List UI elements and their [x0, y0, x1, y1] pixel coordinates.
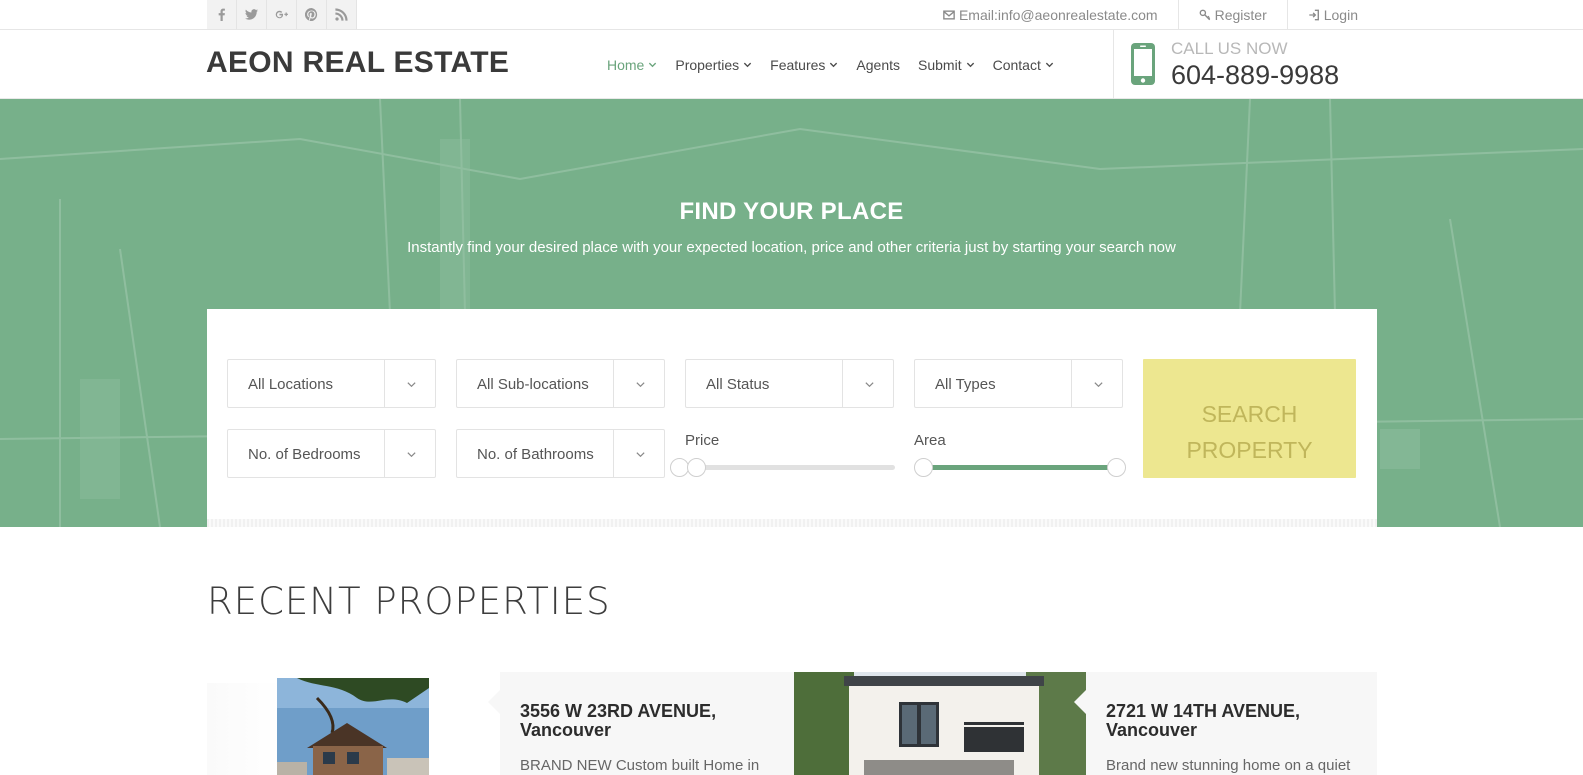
search-property-button[interactable]: SEARCH PROPERTY: [1143, 359, 1356, 478]
login-link[interactable]: Login: [1286, 0, 1358, 29]
panel-bottom-strip: [207, 519, 1377, 527]
card-notch: [1074, 690, 1086, 714]
hero-title: FIND YOUR PLACE: [679, 198, 904, 225]
bedrooms-select[interactable]: No. of Bedrooms: [227, 429, 436, 478]
sub-location-select[interactable]: All Sub-locations: [456, 359, 665, 408]
site-logo[interactable]: AEON REAL ESTATE: [206, 46, 509, 80]
sign-in-icon: [1309, 9, 1319, 20]
main-nav: Home Properties Features Agents Submit C…: [598, 30, 1063, 99]
property-title-line2: Vancouver: [1106, 720, 1198, 740]
nav-item-label: Home: [607, 56, 645, 73]
property-description: Brand new stunning home on a quiet: [1106, 757, 1351, 774]
area-slider-max-handle[interactable]: [1107, 458, 1126, 477]
rss-icon[interactable]: [327, 0, 357, 29]
chevron-down-icon: [744, 62, 752, 68]
property-title-line1: 2721 W 14TH AVENUE,: [1106, 701, 1301, 721]
select-divider: [613, 360, 614, 407]
main-header: AEON REAL ESTATE Home Properties Feature…: [0, 30, 1583, 99]
status-select-value: All Status: [706, 376, 770, 393]
select-divider: [1071, 360, 1072, 407]
nav-item-label: Features: [770, 56, 826, 73]
top-links: Email:info@aeonrealestate.com Register L…: [923, 0, 1358, 29]
nav-item-label: Contact: [992, 56, 1041, 73]
property-image[interactable]: [794, 672, 1086, 775]
social-links: [207, 0, 357, 29]
chevron-down-icon: [649, 62, 657, 68]
chevron-down-icon: [636, 452, 645, 458]
chevron-down-icon: [636, 382, 645, 388]
property-title-line1: 3556 W 23RD AVENUE,: [520, 701, 717, 721]
facebook-icon[interactable]: [207, 0, 237, 29]
carousel-ghost-card: [207, 683, 282, 775]
chevron-down-icon: [830, 62, 838, 68]
chevron-down-icon: [407, 452, 416, 458]
property-photo: [277, 678, 429, 775]
search-button-line2: PROPERTY: [1186, 437, 1313, 463]
nav-item-label: Agents: [856, 56, 901, 73]
property-title-line2: Vancouver: [520, 720, 612, 740]
nav-item-features[interactable]: Features: [761, 30, 847, 99]
card-notch: [488, 690, 500, 714]
chevron-down-icon: [1045, 62, 1053, 68]
property-title[interactable]: 3556 W 23RD AVENUE, Vancouver: [520, 702, 716, 740]
top-bar: Email:info@aeonrealestate.com Register L…: [0, 0, 1583, 30]
bathrooms-select-value: No. of Bathrooms: [477, 446, 594, 463]
sub-location-select-value: All Sub-locations: [477, 376, 589, 393]
select-divider: [842, 360, 843, 407]
price-slider-track[interactable]: [679, 465, 895, 470]
email-text: Email:info@aeonrealestate.com: [958, 6, 1158, 23]
type-select-value: All Types: [935, 376, 996, 393]
email-link[interactable]: Email:info@aeonrealestate.com: [923, 0, 1178, 29]
nav-item-agents[interactable]: Agents: [847, 30, 909, 99]
property-card-info: 3556 W 23RD AVENUE, Vancouver BRAND NEW …: [488, 672, 794, 775]
nav-item-home[interactable]: Home: [598, 30, 666, 99]
area-slider-min-handle[interactable]: [914, 458, 933, 477]
price-slider-max-handle[interactable]: [687, 458, 706, 477]
hero-subtitle: Instantly find your desired place with y…: [407, 239, 1176, 256]
chevron-down-icon: [407, 382, 416, 388]
property-title[interactable]: 2721 W 14TH AVENUE, Vancouver: [1106, 702, 1300, 740]
search-button-line1: SEARCH: [1201, 401, 1298, 427]
google-plus-icon[interactable]: [267, 0, 297, 29]
select-divider: [613, 430, 614, 477]
pinterest-icon[interactable]: [297, 0, 327, 29]
price-label: Price: [685, 432, 720, 449]
area-label: Area: [914, 432, 946, 449]
register-text: Register: [1214, 6, 1267, 23]
call-us-box: CALL US NOW 604-889-9988: [1113, 30, 1363, 99]
property-description: BRAND NEW Custom built Home in: [520, 757, 760, 774]
login-text: Login: [1323, 6, 1358, 23]
bedrooms-select-value: No. of Bedrooms: [248, 446, 361, 463]
nav-item-submit[interactable]: Submit: [909, 30, 984, 99]
chevron-down-icon: [966, 62, 974, 68]
area-slider-range: [922, 465, 1116, 470]
property-card-info: 2721 W 14TH AVENUE, Vancouver Brand new …: [1074, 672, 1377, 775]
select-divider: [384, 360, 385, 407]
location-select[interactable]: All Locations: [227, 359, 436, 408]
select-divider: [384, 430, 385, 477]
location-select-value: All Locations: [248, 376, 334, 393]
chevron-down-icon: [1094, 382, 1103, 388]
bathrooms-select[interactable]: No. of Bathrooms: [456, 429, 665, 478]
recent-properties-title: RECENT PROPERTIES: [207, 580, 611, 623]
nav-item-contact[interactable]: Contact: [984, 30, 1063, 99]
type-select[interactable]: All Types: [914, 359, 1123, 408]
nav-item-properties[interactable]: Properties: [666, 30, 761, 99]
status-select[interactable]: All Status: [685, 359, 894, 408]
register-link[interactable]: Register: [1177, 0, 1287, 29]
phone-number[interactable]: 604-889-9988: [1171, 60, 1339, 91]
nav-item-label: Properties: [675, 56, 740, 73]
mobile-phone-icon: [1131, 43, 1155, 85]
chevron-down-icon: [865, 382, 874, 388]
nav-item-label: Submit: [918, 56, 962, 73]
call-label: CALL US NOW: [1171, 39, 1288, 58]
key-icon: [1199, 9, 1210, 20]
twitter-icon[interactable]: [237, 0, 267, 29]
property-image[interactable]: [277, 678, 429, 775]
property-photo: [794, 672, 1086, 775]
envelope-icon: [943, 9, 955, 20]
